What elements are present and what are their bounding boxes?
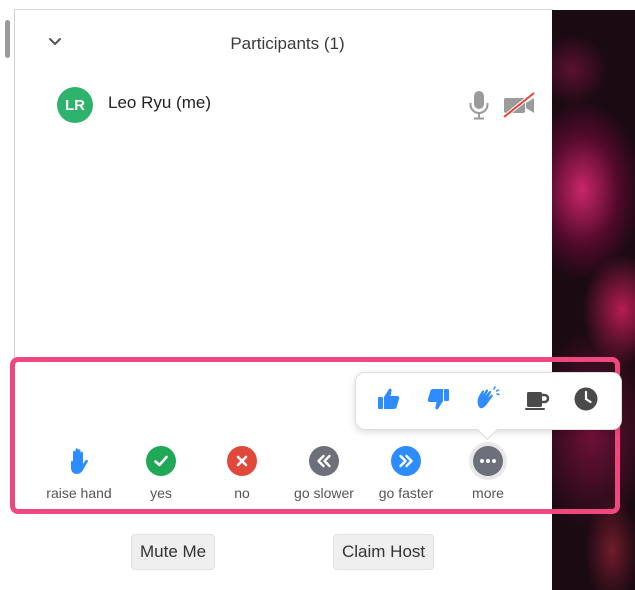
yes-button[interactable]: yes	[121, 446, 201, 501]
fast-forward-icon	[391, 446, 421, 476]
checkmark-icon	[146, 446, 176, 476]
raise-hand-icon	[64, 446, 94, 476]
go-faster-label: go faster	[378, 485, 434, 501]
coffee-cup-icon[interactable]	[524, 386, 550, 412]
mute-me-button[interactable]: Mute Me	[131, 534, 216, 570]
clapping-hands-icon[interactable]	[474, 386, 500, 412]
panel-resize-handle[interactable]	[5, 20, 10, 58]
video-off-icon[interactable]	[502, 92, 536, 118]
thumbs-down-icon[interactable]	[425, 386, 451, 412]
more-label: more	[472, 485, 504, 501]
no-button[interactable]: no	[202, 446, 282, 501]
claim-host-button[interactable]: Claim Host	[333, 534, 435, 570]
avatar: LR	[57, 87, 93, 123]
participant-name: Leo Ryu (me)	[108, 93, 211, 112]
go-slower-button[interactable]: go slower	[284, 446, 364, 501]
go-faster-button[interactable]: go faster	[366, 446, 446, 501]
rewind-icon	[309, 446, 339, 476]
microphone-icon[interactable]	[468, 90, 490, 120]
ellipsis-icon	[473, 446, 503, 476]
go-slower-label: go slower	[294, 485, 354, 501]
raise-hand-label: raise hand	[46, 485, 112, 501]
no-label: no	[234, 485, 250, 501]
clock-icon[interactable]	[573, 386, 599, 412]
raise-hand-button[interactable]: raise hand	[39, 446, 119, 501]
panel-top-divider	[14, 9, 553, 10]
panel-title: Participants (1)	[230, 34, 345, 53]
yes-label: yes	[150, 485, 172, 501]
thumbs-up-icon[interactable]	[376, 386, 402, 412]
collapse-chevron-icon[interactable]	[46, 32, 64, 50]
panel-left-border	[14, 10, 15, 360]
more-button[interactable]: more	[448, 446, 528, 501]
x-icon	[227, 446, 257, 476]
